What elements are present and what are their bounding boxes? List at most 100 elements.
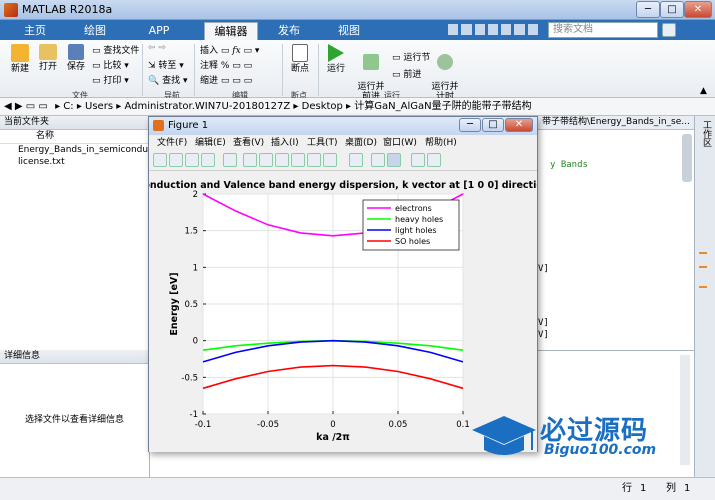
tab-publish[interactable]: 发布 — [268, 22, 310, 40]
file-list-item[interactable]: license.txt — [0, 156, 149, 168]
menu-file[interactable]: 文件(F) — [157, 135, 187, 151]
run-time-clock-icon — [437, 54, 453, 70]
name-column-header[interactable]: 名称 — [0, 130, 149, 144]
open-button[interactable]: 打开 — [34, 44, 62, 72]
indent-button[interactable]: 缩进 ▭ ▭ ▭ — [200, 73, 252, 86]
find-files-button[interactable]: ▭ 查找文件 — [92, 43, 139, 56]
find-button[interactable]: 🔍 查找 ▾ — [148, 73, 187, 86]
data-cursor-icon[interactable] — [307, 153, 321, 167]
tab-plots[interactable]: 绘图 — [74, 22, 116, 40]
chart-legend[interactable]: electrons heavy holes light holes SO holes — [362, 199, 460, 251]
link-plot-icon[interactable] — [349, 153, 363, 167]
x-axis-label: ka /2π — [316, 432, 350, 443]
legend-icon[interactable] — [387, 153, 401, 167]
cut-quick-icon[interactable] — [461, 24, 472, 35]
breakpoints-button[interactable]: 断点 — [286, 44, 314, 74]
search-icon[interactable] — [662, 23, 676, 37]
save-quick-icon[interactable] — [448, 24, 459, 35]
col-value: 1 — [684, 483, 691, 494]
browse-folder-icon[interactable]: ▭ — [38, 101, 47, 112]
workspace-side-tab[interactable]: 工作区 — [700, 120, 713, 147]
new-button[interactable]: 新建 — [6, 44, 34, 74]
open-file-icon[interactable] — [169, 153, 183, 167]
editor-scrollbar[interactable] — [682, 134, 692, 182]
edit-plot-arrow-icon[interactable] — [223, 153, 237, 167]
y-tick-label: 1.5 — [184, 227, 198, 237]
path-segment[interactable]: Users — [85, 101, 113, 112]
zoom-in-icon[interactable] — [243, 153, 257, 167]
print-figure-icon[interactable] — [201, 153, 215, 167]
hide-plot-tools-icon[interactable] — [411, 153, 425, 167]
back-forward-icon[interactable]: ⇦ ⇨ — [148, 43, 166, 53]
save-button[interactable]: 保存 — [62, 44, 90, 72]
warning-marker[interactable] — [699, 286, 707, 288]
path-segment[interactable]: Administrator.WIN7U-20180127Z — [124, 101, 290, 112]
warning-marker[interactable] — [699, 252, 707, 254]
show-plot-tools-icon[interactable] — [427, 153, 441, 167]
up-folder-icon[interactable]: ▭ — [26, 101, 35, 112]
copy-quick-icon[interactable] — [474, 24, 485, 35]
code-editor[interactable]: 带子带结构\Energy_Bands_in_se... y Bands V] V… — [538, 116, 694, 352]
menu-help[interactable]: 帮助(H) — [425, 135, 457, 151]
back-icon[interactable]: ◀ — [4, 101, 12, 112]
tab-view[interactable]: 视图 — [328, 22, 370, 40]
figure-window[interactable]: Figure 1 ─ □ ✕ 文件(F) 编辑(E) 查看(V) 插入(I) 工… — [148, 116, 538, 452]
colorbar-icon[interactable] — [371, 153, 385, 167]
menu-view[interactable]: 查看(V) — [233, 135, 264, 151]
legend-label: light holes — [395, 226, 437, 235]
forward-icon[interactable]: ▶ — [15, 101, 23, 112]
breakpoint-icon — [292, 44, 308, 62]
watermark-url: Biguo100.com — [544, 442, 657, 458]
run-and-time-button[interactable]: 运行并 计时 — [428, 44, 462, 102]
menu-window[interactable]: 窗口(W) — [383, 135, 417, 151]
goto-button[interactable]: ⇲ 转至 ▾ — [148, 58, 184, 71]
tab-apps[interactable]: APP — [138, 22, 180, 40]
tab-editor[interactable]: 编辑器 — [204, 22, 258, 40]
paste-quick-icon[interactable] — [487, 24, 499, 35]
tab-home[interactable]: 主页 — [14, 22, 56, 40]
figure-maximize-button[interactable]: □ — [482, 118, 504, 132]
menu-edit[interactable]: 编辑(E) — [195, 135, 226, 151]
figure-minimize-button[interactable]: ─ — [459, 118, 481, 132]
editor-tab[interactable]: 带子带结构\Energy_Bands_in_se... — [538, 116, 694, 130]
redo-quick-icon[interactable] — [514, 24, 525, 35]
compare-button[interactable]: ▭ 比较 ▾ — [92, 58, 129, 71]
maximize-button[interactable]: □ — [660, 1, 684, 18]
current-folder-panel: 当前文件夹 名称 Energy_Bands_in_semiconduc... l… — [0, 116, 150, 352]
chart-title: Conduction and Valence band energy dispe… — [149, 180, 537, 191]
details-hint: 选择文件以查看详细信息 — [24, 415, 124, 425]
run-button[interactable]: 运行 — [322, 44, 350, 74]
status-bar: 行 1 列 1 — [0, 477, 715, 500]
y-tick-label: -1 — [190, 410, 198, 420]
advance-button[interactable]: ▭ 前进 — [392, 67, 421, 80]
close-button[interactable]: ✕ — [684, 1, 712, 18]
menu-tools[interactable]: 工具(T) — [307, 135, 338, 151]
legend-label: SO holes — [395, 237, 430, 246]
minimize-button[interactable]: ─ — [636, 1, 660, 18]
zoom-out-icon[interactable] — [259, 153, 273, 167]
menu-insert[interactable]: 插入(I) — [271, 135, 299, 151]
search-docs-input[interactable]: 搜索文档 — [548, 22, 658, 38]
brush-icon[interactable] — [323, 153, 337, 167]
menu-desktop[interactable]: 桌面(D) — [345, 135, 377, 151]
new-figure-icon[interactable] — [153, 153, 167, 167]
undo-quick-icon[interactable] — [501, 24, 512, 35]
help-quick-icon[interactable] — [527, 24, 538, 35]
figure-close-button[interactable]: ✕ — [505, 118, 533, 132]
pan-hand-icon[interactable] — [275, 153, 289, 167]
print-button[interactable]: ▭ 打印 ▾ — [92, 73, 129, 86]
insert-button[interactable]: 插入 ▭ fx ▭ ▾ — [200, 43, 259, 56]
run-section-label: 运行节 — [403, 53, 431, 63]
comment-button[interactable]: 注释 % ▭ ▭ — [200, 58, 252, 71]
collapse-ribbon-icon[interactable]: ▲ — [700, 86, 707, 96]
rotate-3d-icon[interactable] — [291, 153, 305, 167]
path-segment[interactable]: C: — [63, 101, 73, 112]
file-list-item[interactable]: Energy_Bands_in_semiconduc... — [0, 144, 149, 156]
legend-label: electrons — [395, 204, 432, 213]
warning-marker[interactable] — [699, 266, 707, 268]
figure-toolbar — [149, 151, 537, 171]
path-segment[interactable]: Desktop — [302, 101, 343, 112]
run-section-button[interactable]: ▭ 运行节 — [392, 50, 430, 63]
save-figure-icon[interactable] — [185, 153, 199, 167]
path-segment[interactable]: 计算GaN_AlGaN量子阱的能带子带结构 — [354, 101, 531, 112]
